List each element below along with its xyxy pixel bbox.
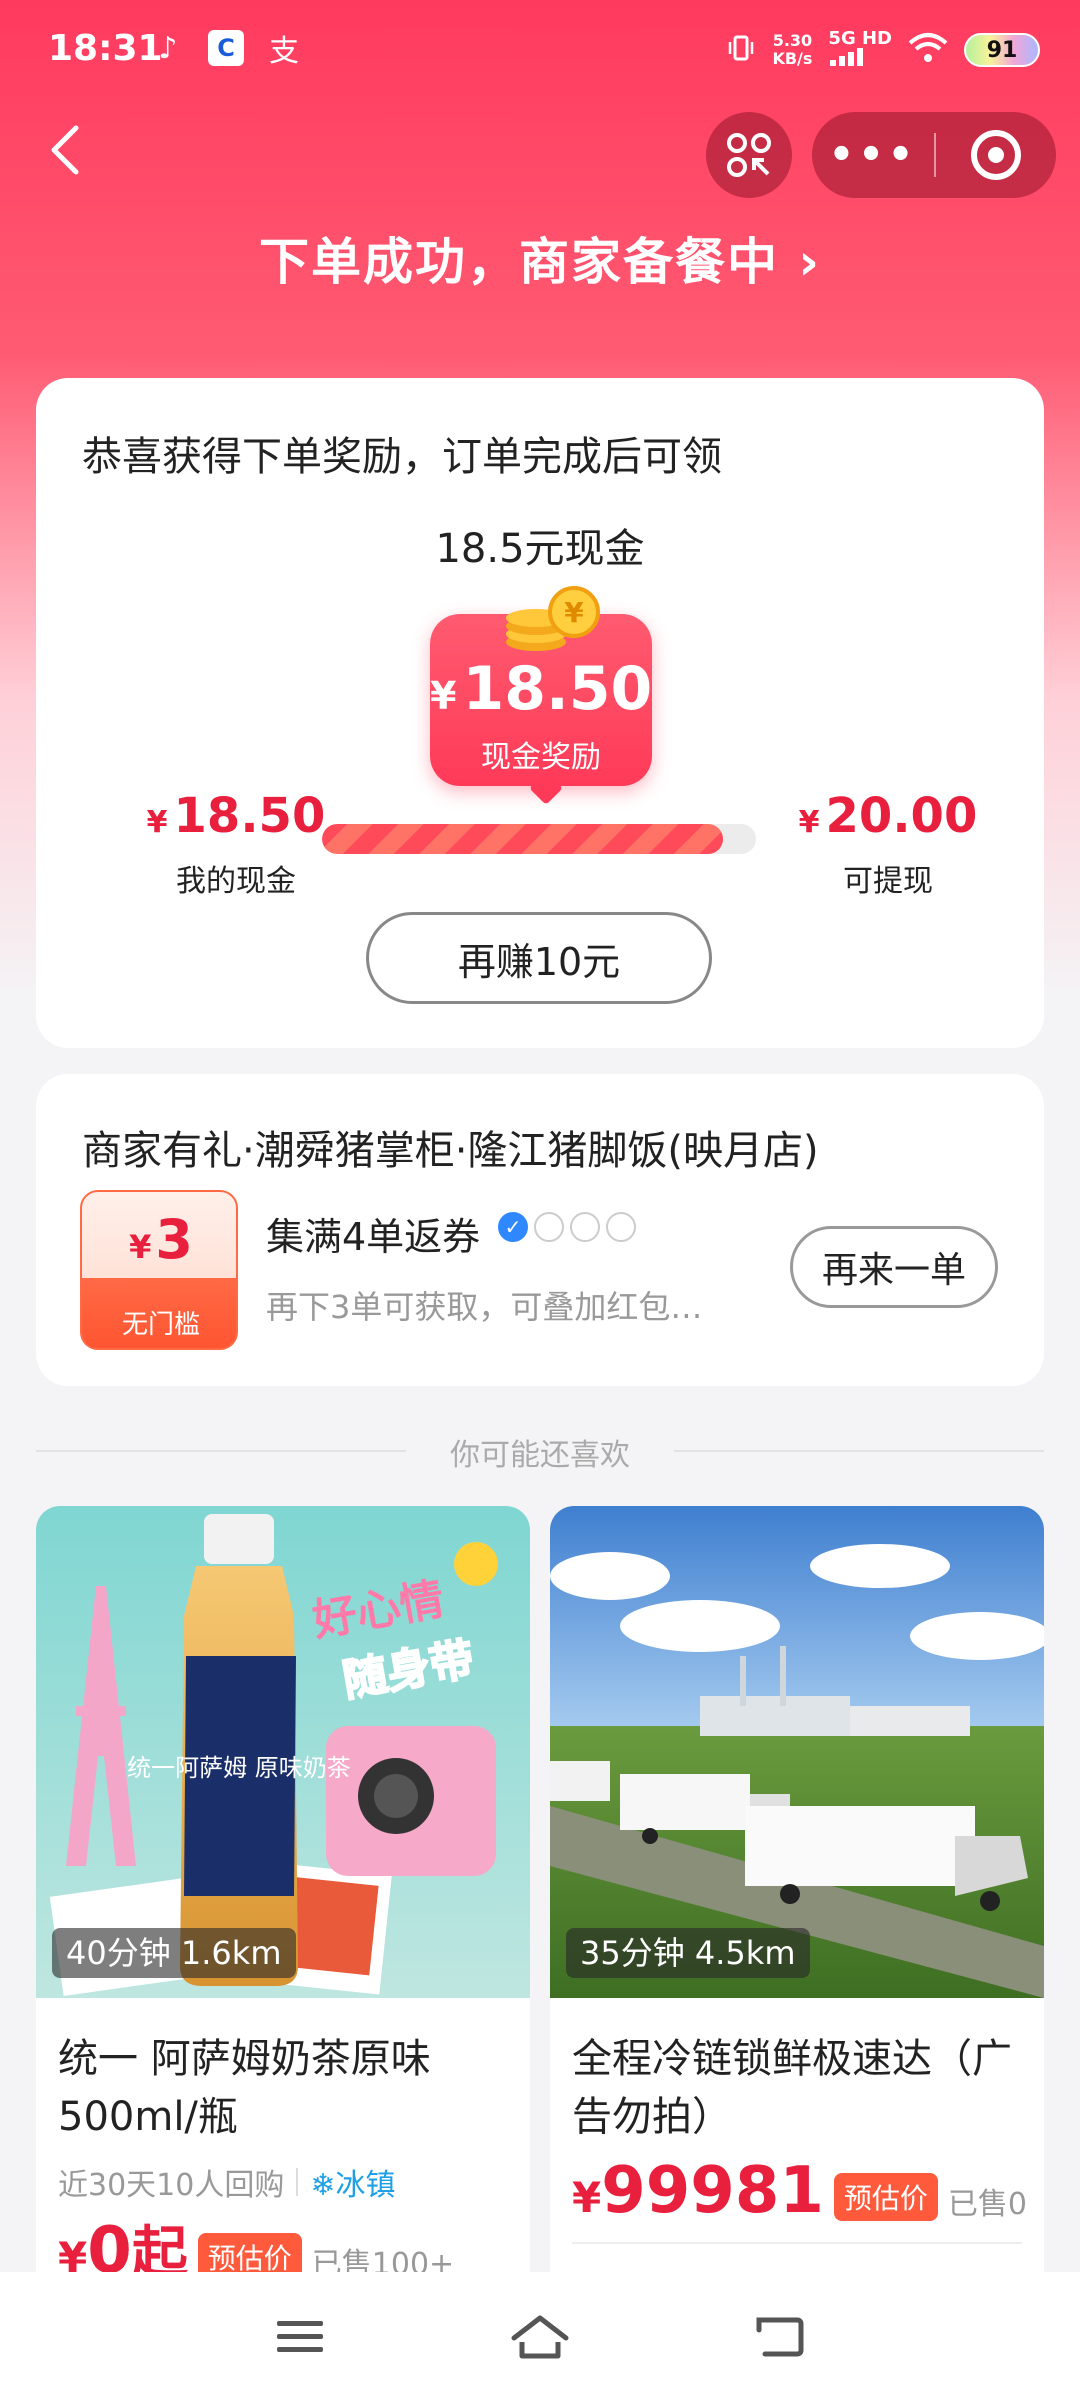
gold-coins-icon: ¥ [506, 586, 600, 651]
reorder-button[interactable]: 再来一单 [790, 1226, 998, 1308]
yen-symbol: ¥ [572, 2173, 602, 2222]
more-button[interactable]: ••• [812, 132, 934, 178]
cash-progress-bar [322, 824, 756, 854]
yen-symbol: ¥ [146, 805, 168, 840]
stamp-empty-icon [570, 1212, 600, 1242]
stamp-filled-icon: ✓ [498, 1212, 528, 1242]
order-status-text: 下单成功，商家备餐中 [258, 233, 779, 291]
collect-stamps: ✓ [498, 1212, 636, 1242]
product-price: ¥99981 [572, 2156, 824, 2233]
chilled-tag: ❄冰镇 [310, 2168, 396, 2203]
stamp-empty-icon [534, 1212, 564, 1242]
network-speed-value: 5.30 [772, 31, 813, 50]
svg-text:¥: ¥ [564, 596, 584, 629]
bubble-amount-value: 18.50 [462, 654, 653, 724]
collect-subtitle: 再下3单可获取，可叠加红包… [266, 1288, 703, 1326]
yen-symbol: ¥ [798, 805, 820, 840]
product-image: 35分钟 4.5km [550, 1506, 1044, 1998]
coupon-label: 无门槛 [121, 1310, 200, 1340]
product-name: 统一 阿萨姆奶茶原味500ml/瓶 [58, 2036, 431, 2140]
coupon-value: ¥3 [82, 1208, 236, 1271]
sold-count: 已售0 [947, 2187, 1027, 2222]
alipay-icon: 支 [269, 34, 299, 69]
status-notification-icons: ♪ C 支 [150, 30, 302, 69]
wifi-icon [908, 31, 948, 70]
menu-icon [277, 2321, 323, 2352]
network-speed: 5.30 KB/s [772, 32, 812, 68]
reward-card: 恭喜获得下单奖励，订单完成后可领 18.5元现金 ¥18.50 现金奖励 ¥ ¥… [36, 378, 1044, 1048]
withdraw-threshold-value: ¥20.00 [788, 788, 988, 844]
recommend-divider: 你可能还喜欢 [36, 1430, 1044, 1473]
order-status-link[interactable]: 下单成功，商家备餐中 › [0, 222, 1080, 294]
scan-button[interactable] [706, 112, 792, 198]
back-arrow-icon [756, 2317, 804, 2357]
app-notification-icon: C [208, 30, 244, 66]
delivery-eta-badge: 35分钟 4.5km [566, 1928, 810, 1978]
stamp-empty-icon [606, 1212, 636, 1242]
my-cash-amount: 18.50 [173, 788, 326, 844]
coupon-amount: 3 [155, 1208, 193, 1271]
earn-more-button[interactable]: 再赚10元 [366, 912, 712, 1004]
my-cash-value: ¥18.50 [136, 788, 336, 844]
collect-title: 集满4单返券 [266, 1215, 481, 1259]
status-bar: 18:31 ♪ C 支 5.30 KB/s 5G HD 91 [0, 0, 1080, 100]
withdraw-label: 可提现 [843, 864, 933, 899]
chevron-right-icon: › [798, 233, 822, 291]
product-card[interactable]: 35分钟 4.5km 全程冷链锁鲜极速达（广告勿拍） ¥99981 预估价 已售… [550, 1506, 1044, 2306]
cash-progress-fill [322, 824, 724, 854]
card-divider [572, 2242, 1022, 2244]
status-time: 18:31 [48, 28, 163, 69]
chevron-left-icon [51, 125, 79, 175]
delivery-eta-badge: 40分钟 1.6km [52, 1928, 296, 1978]
repurchase-info: 近30天10人回购 [58, 2168, 285, 2203]
system-nav-bar [0, 2272, 1080, 2400]
my-cash-label: 我的现金 [176, 864, 296, 899]
product-card[interactable]: 统一阿萨姆 原味奶茶 好心情 随身带 40分钟 1.6km 统一 阿萨姆奶茶原味… [36, 1506, 530, 2306]
product-name: 全程冷链锁鲜极速达（广告勿拍） [572, 2036, 1012, 2140]
back-button[interactable] [46, 122, 96, 182]
bubble-amount: ¥18.50 [430, 654, 652, 724]
home-button[interactable] [500, 2302, 580, 2372]
tiktok-icon: ♪ [158, 30, 178, 66]
recommend-heading: 你可能还喜欢 [450, 1438, 630, 1473]
battery-indicator: 91 [964, 33, 1040, 67]
coupon-badge: ¥3 无门槛 [80, 1190, 238, 1350]
reward-title: 恭喜获得下单奖励，订单完成后可领 [82, 434, 722, 480]
reward-amount-text: 18.5元现金 [435, 526, 645, 572]
status-system-icons: 5.30 KB/s 5G HD 91 [726, 30, 1040, 70]
network-speed-unit: KB/s [772, 49, 813, 68]
close-miniapp-button[interactable] [936, 130, 1056, 180]
target-icon [971, 130, 1021, 180]
signal-bars-icon [830, 48, 864, 66]
price-value: 99981 [601, 2154, 824, 2228]
product-image: 统一阿萨姆 原味奶茶 好心情 随身带 40分钟 1.6km [36, 1506, 530, 1998]
home-icon [511, 2315, 569, 2359]
bubble-label: 现金奖励 [481, 740, 601, 775]
scan-icon [727, 133, 771, 177]
yen-symbol: ¥ [430, 674, 457, 718]
meta-separator [296, 2168, 299, 2196]
recents-button[interactable] [260, 2302, 340, 2372]
withdraw-threshold-amount: 20.00 [825, 788, 978, 844]
signal-indicator: 5G HD [828, 30, 892, 70]
yen-symbol: ¥ [129, 1228, 152, 1266]
network-type: 5G HD [828, 28, 892, 49]
bottle-label: 统一阿萨姆 原味奶茶 [127, 1754, 351, 1782]
product-meta: 近30天10人回购 ❄冰镇 [58, 2160, 396, 2204]
miniapp-capsule: ••• [812, 112, 1056, 198]
vibrate-icon [726, 33, 756, 68]
back-nav-button[interactable] [740, 2302, 820, 2372]
estimated-price-badge: 预估价 [833, 2173, 938, 2221]
price-row: ¥99981 预估价 已售0 [572, 2156, 1027, 2233]
merchant-gift-card: 商家有礼·潮舜猪掌柜·隆江猪脚饭(映月店) ¥3 无门槛 集满4单返券 ✓ 再下… [36, 1074, 1044, 1386]
merchant-title: 商家有礼·潮舜猪掌柜·隆江猪脚饭(映月店) [82, 1128, 819, 1174]
divider-line [674, 1450, 1044, 1452]
